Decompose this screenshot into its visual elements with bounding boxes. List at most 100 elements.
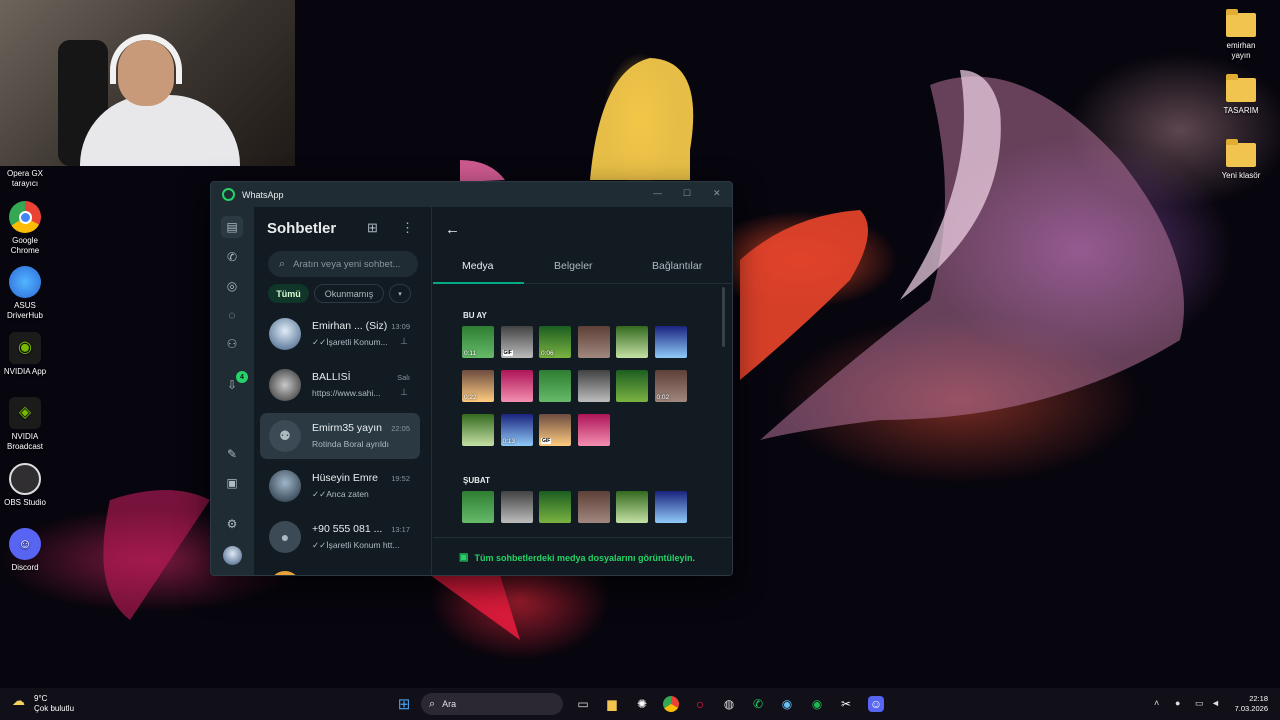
media-thumbnail[interactable] <box>654 326 687 358</box>
minimize-icon[interactable]: — <box>653 188 662 198</box>
desktop-folder-emirhan-yayin[interactable]: emirhan yayın <box>1208 9 1274 61</box>
clock-date: 7.03.2026 <box>1234 704 1268 713</box>
media-thumbnail[interactable] <box>616 326 648 358</box>
media-thumbnail[interactable] <box>577 326 610 358</box>
clock-time: 22:18 <box>1249 694 1268 703</box>
task-view-icon[interactable]: ▭ <box>575 696 591 712</box>
steelseries-icon[interactable]: ✺ <box>634 696 650 712</box>
tab-links[interactable]: Bağlantılar <box>652 260 702 272</box>
new-chat-icon[interactable]: ⊞ <box>367 220 378 236</box>
media-thumbnail[interactable]: 0:11 <box>462 326 494 358</box>
media-thumbnail[interactable] <box>616 370 648 402</box>
desktop-icon-label: Discord <box>11 563 39 572</box>
taskbar: ☁ 9°C Çok bulutlu ⊞ ⌕ Ara ▭ ▆ ✺ ○ ◍ ✆ ◉ … <box>0 688 1280 720</box>
filter-all-chip[interactable]: Tümü <box>268 284 309 303</box>
updates-badge: 4 <box>236 371 248 383</box>
communities-icon[interactable]: ⚇ <box>223 335 241 353</box>
steam-icon[interactable]: ◉ <box>779 696 795 712</box>
filter-unread-chip[interactable]: Okunmamış <box>314 284 384 303</box>
clock[interactable]: 22:18 7.03.2026 <box>1235 694 1268 714</box>
media-thumbnail[interactable]: 0:06 <box>539 326 571 358</box>
chat-preview: ✓✓İşaretli Konum htt... <box>312 540 400 550</box>
media-thumbnail[interactable] <box>500 491 533 523</box>
chats-icon[interactable]: ▤ <box>221 216 243 238</box>
weather-widget[interactable]: ☁ 9°C Çok bulutlu <box>12 694 74 714</box>
desktop-icon-asus[interactable]: ASUS DriverHub <box>0 266 58 321</box>
microphone-icon[interactable]: ● <box>1175 698 1180 708</box>
media-thumbnail[interactable]: 0:02 <box>654 370 687 402</box>
media-thumbnail[interactable] <box>577 370 610 402</box>
chat-item[interactable]: BALLISİ Salı https://www.sahi... ⊥ <box>260 362 420 408</box>
discord-icon[interactable]: ☺ <box>868 696 884 712</box>
start-icon[interactable]: ⊞ <box>396 696 412 713</box>
desktop-icon-nvidia-broadcast[interactable]: ◈ NVIDIA Broadcast <box>0 397 58 452</box>
media-thumbnail[interactable] <box>577 414 610 446</box>
menu-icon[interactable]: ⋮ <box>401 220 414 236</box>
media-thumbnail[interactable] <box>462 414 494 446</box>
channels-icon[interactable]: ◌ <box>223 306 241 324</box>
media-thumbnail[interactable] <box>616 491 648 523</box>
taskbar-search[interactable]: ⌕ Ara <box>421 693 563 715</box>
video-duration: 0:02 <box>656 394 670 401</box>
whatsapp-icon[interactable]: ✆ <box>750 696 766 712</box>
desktop-icon-discord[interactable]: ☺ Discord <box>0 528 58 573</box>
chat-item[interactable]: ⚉ Emirm35 yayın 22:05 Rotinda Boral ayrı… <box>260 413 420 459</box>
capcut-icon[interactable]: ✂ <box>838 696 854 712</box>
media-thumbnail[interactable] <box>539 491 571 523</box>
media-thumbnail[interactable] <box>500 370 533 402</box>
status-icon[interactable]: ◎ <box>223 277 241 295</box>
chat-item[interactable]: Hüseyin Emre 19:52 ✓✓Anca zaten <box>260 463 420 509</box>
folder-icon <box>1226 139 1256 167</box>
chat-item[interactable]: ● +90 555 081 ... 13:17 ✓✓İşaretli Konum… <box>260 514 420 560</box>
search-input[interactable]: ⌕ Aratın veya yeni sohbet... <box>268 251 418 277</box>
calls-icon[interactable]: ✆ <box>223 248 241 266</box>
chat-name: +90 555 081 ... <box>312 523 383 535</box>
media-thumbnail[interactable]: 0:13 <box>500 414 533 446</box>
desktop-icon-nvidia-app[interactable]: ◉ NVIDIA App <box>0 332 58 377</box>
network-icon[interactable]: ▭ <box>1195 698 1204 709</box>
profile-avatar[interactable] <box>223 546 242 565</box>
media-thumbnail[interactable] <box>539 370 571 402</box>
close-icon[interactable]: ✕ <box>713 188 721 199</box>
tab-documents[interactable]: Belgeler <box>554 260 593 272</box>
media-thumbnail[interactable] <box>462 491 494 523</box>
desktop-icon-label: ASUS DriverHub <box>6 301 43 320</box>
chats-heading: Sohbetler <box>267 220 337 237</box>
desktop-icon-obs[interactable]: OBS Studio <box>0 463 58 508</box>
media-thumbnail[interactable] <box>654 491 687 523</box>
settings-icon[interactable]: ⚙ <box>223 515 241 533</box>
starred-icon[interactable]: ✎ <box>223 445 241 463</box>
media-gallery-icon[interactable]: ▣ <box>223 474 241 492</box>
volume-icon[interactable]: ◄ <box>1211 698 1220 708</box>
media-thumbnail[interactable]: GIF <box>500 326 533 358</box>
back-arrow-icon[interactable]: ← <box>445 221 460 238</box>
window-title: WhatsApp <box>242 189 284 200</box>
obs-icon[interactable]: ◍ <box>721 696 737 712</box>
media-thumbnail[interactable]: GIF <box>539 414 571 446</box>
spotify-icon[interactable]: ◉ <box>809 696 825 712</box>
chrome-icon[interactable] <box>663 696 679 712</box>
media-thumbnail[interactable]: 0:22 <box>462 370 494 402</box>
video-duration: 0:06 <box>541 350 554 357</box>
view-all-media-link[interactable]: ▣ Tüm sohbetlerdeki medya dosyalarını gö… <box>433 537 732 575</box>
footer-link-text: Tüm sohbetlerdeki medya dosyalarını görü… <box>474 552 696 563</box>
chat-preview: ✓✓İşaretli Konum... <box>312 337 388 347</box>
maximize-icon[interactable]: ☐ <box>683 188 691 199</box>
window-titlebar[interactable]: WhatsApp — ☐ ✕ <box>211 182 732 207</box>
asus-driverhub-icon <box>9 266 41 298</box>
weather-cloud-icon: ☁ <box>12 693 25 708</box>
chat-preview: ✓✓Anca zaten <box>312 489 369 499</box>
desktop-folder-yeni-klasor[interactable]: Yeni klasör <box>1208 139 1274 181</box>
tab-media[interactable]: Medya <box>462 260 494 272</box>
scrollbar[interactable] <box>722 287 725 347</box>
chat-list-pane: Sohbetler ⊞ ⋮ ⌕ Aratın veya yeni sohbet.… <box>254 207 432 575</box>
file-explorer-icon[interactable]: ▆ <box>604 696 620 712</box>
desktop-icon-chrome[interactable]: Google Chrome <box>0 201 58 256</box>
desktop-folder-tasarim[interactable]: TASARIM <box>1208 74 1274 116</box>
filter-more-chip[interactable]: ▾ <box>389 284 411 303</box>
opera-gx-icon[interactable]: ○ <box>692 696 708 712</box>
chat-item[interactable]: Emirhan ... (Siz) 13:09 ✓✓İşaretli Konum… <box>260 311 420 357</box>
chevron-up-icon[interactable]: ˄ <box>1154 698 1159 708</box>
media-thumbnail[interactable] <box>577 491 610 523</box>
desktop-icon-opera-gx[interactable]: Opera GX tarayıcı <box>0 169 58 189</box>
